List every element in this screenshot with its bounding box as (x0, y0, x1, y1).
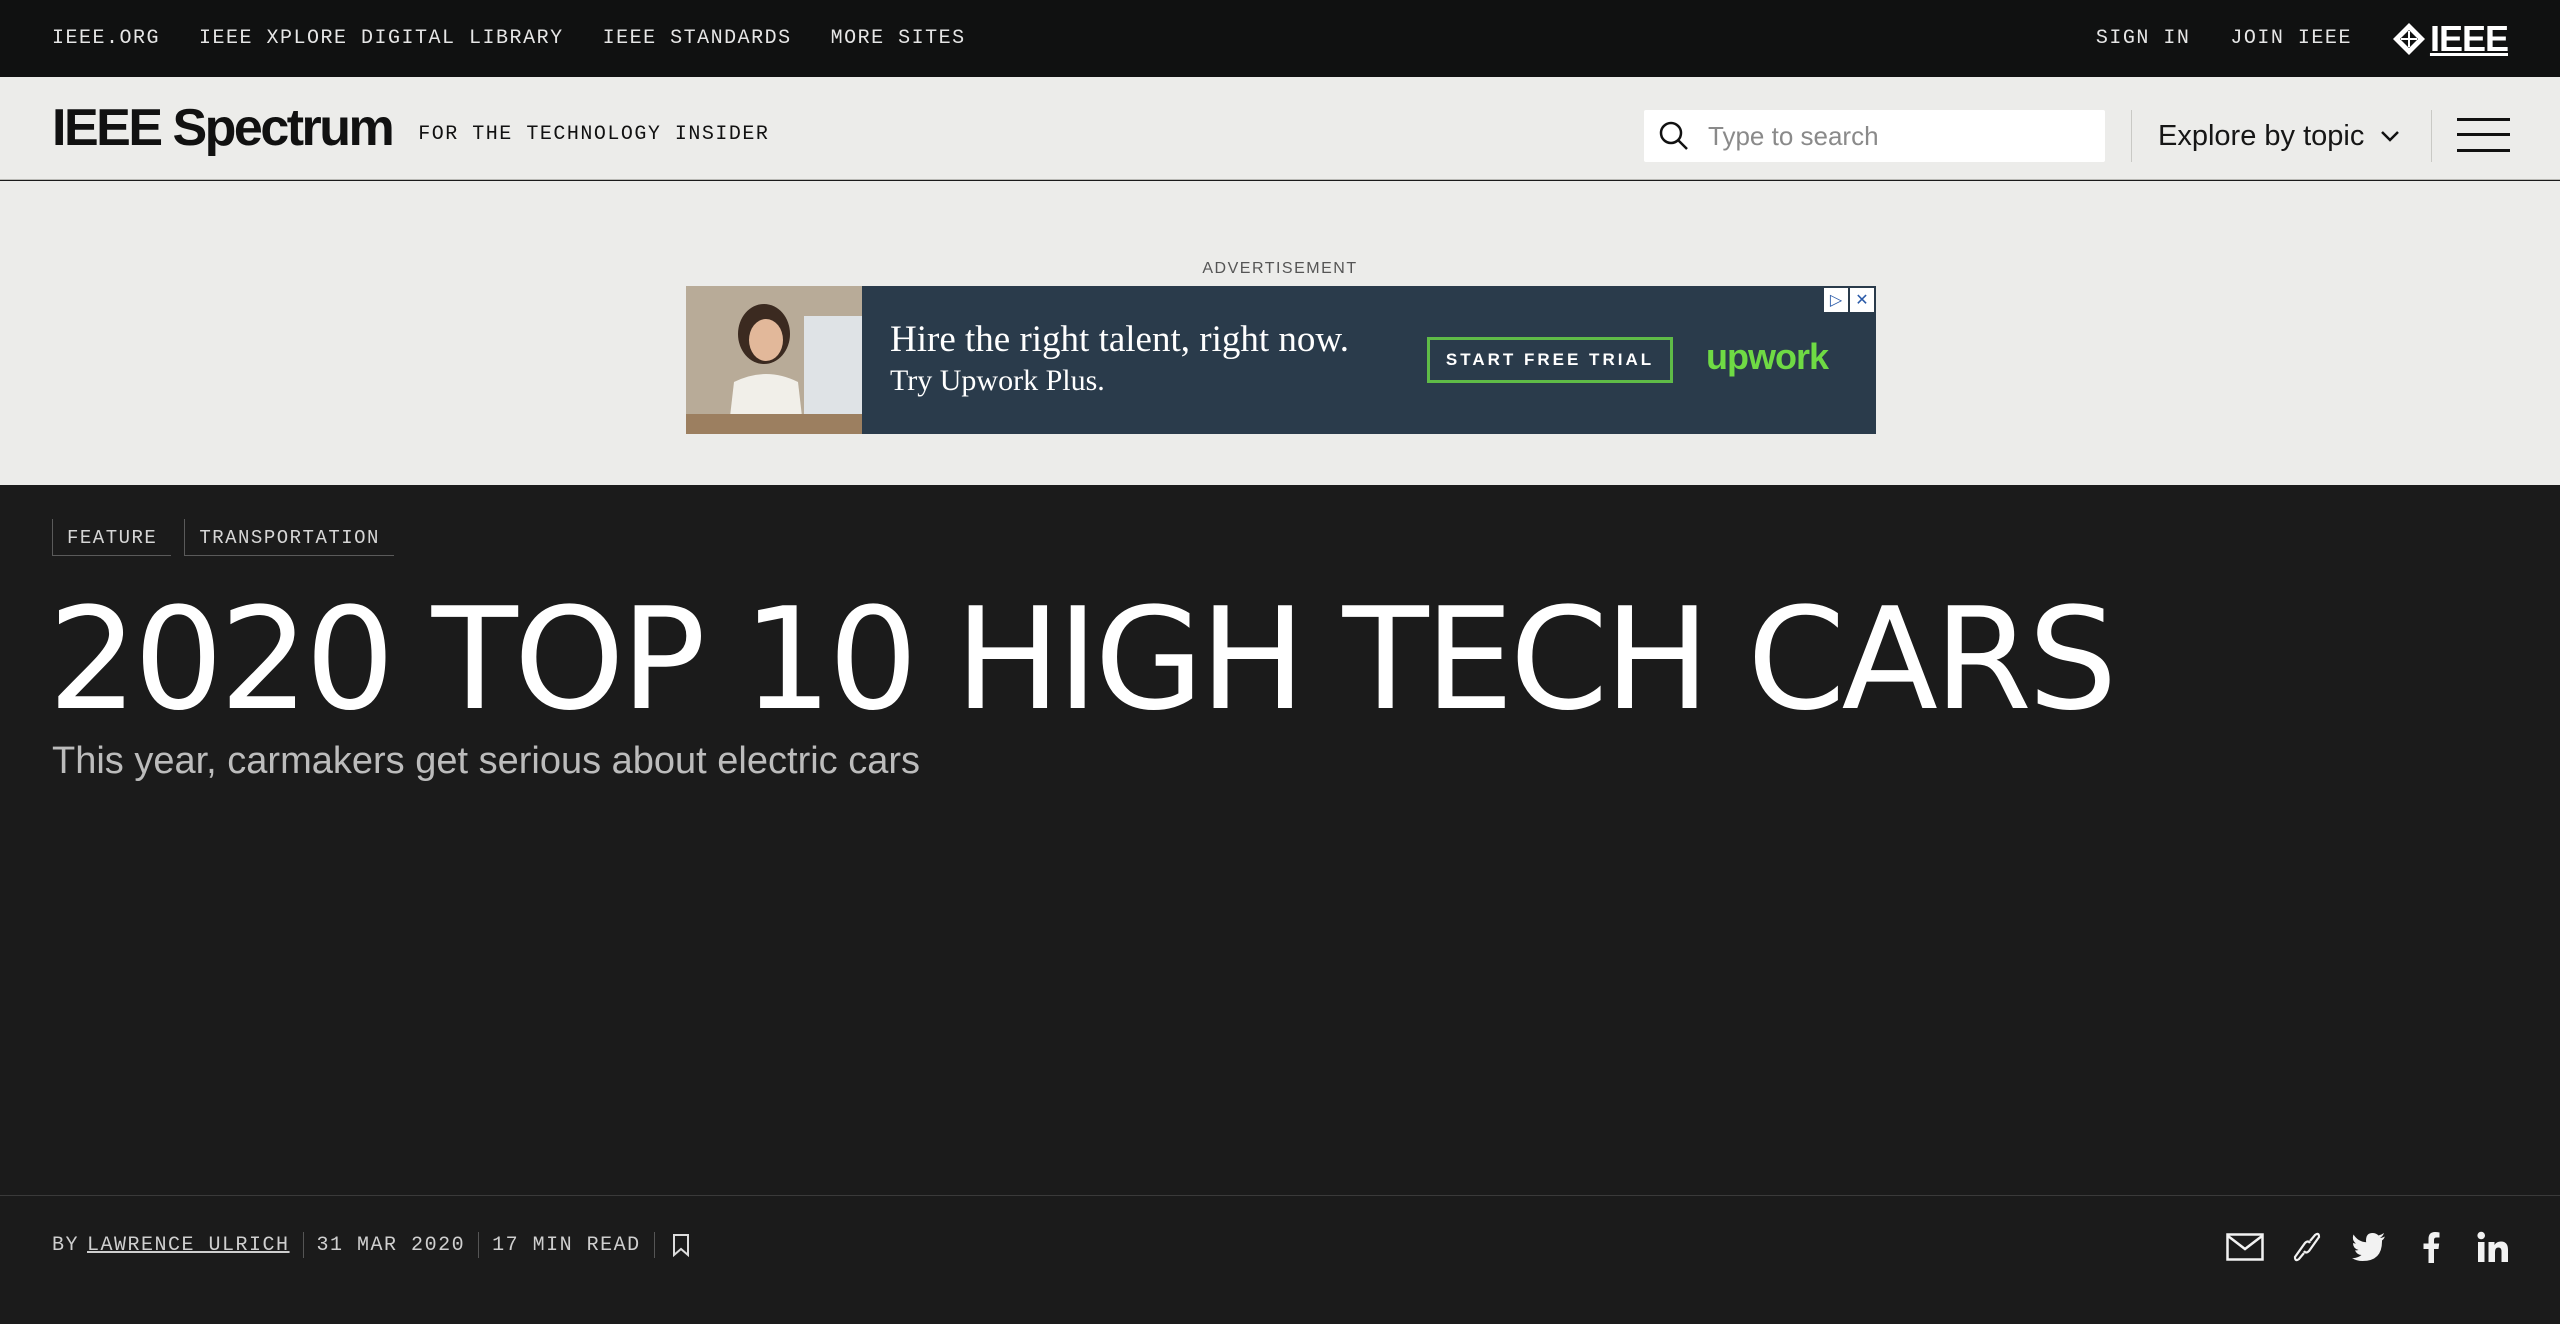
adchoices-icon[interactable]: ▷ (1824, 288, 1848, 312)
link-ieee-org[interactable]: IEEE.ORG (52, 27, 160, 50)
hamburger-icon[interactable] (2457, 118, 2510, 152)
divider (478, 1232, 480, 1258)
ad-zone: ADVERTISEMENT Hire the right talent, rig… (0, 181, 2560, 485)
article-dek: This year, carmakers get serious about e… (52, 740, 921, 782)
join-ieee-link[interactable]: JOIN IEEE (2230, 27, 2352, 50)
close-ad-icon[interactable]: ✕ (1850, 288, 1874, 312)
utility-bar: IEEE.ORG IEEE XPLORE DIGITAL LIBRARY IEE… (0, 0, 2560, 77)
upwork-logo: upwork (1706, 336, 1829, 377)
spectrum-logo[interactable]: IEEE Spectrum (52, 98, 395, 158)
linkedin-icon[interactable] (2474, 1230, 2512, 1264)
link-ieee-standards[interactable]: IEEE STANDARDS (603, 27, 792, 50)
author-link[interactable]: LAWRENCE ULRICH (87, 1234, 290, 1257)
search-icon[interactable] (1658, 120, 1690, 152)
publish-date: 31 MAR 2020 (316, 1233, 466, 1257)
ad-subline: Try Upwork Plus. (890, 364, 1105, 397)
ieee-logo[interactable]: IEEE (2392, 17, 2509, 60)
explore-label: Explore by topic (2158, 119, 2365, 152)
explore-by-topic-button[interactable]: Explore by topic (2158, 112, 2400, 160)
link-more-sites[interactable]: MORE SITES (831, 27, 966, 50)
start-free-trial-button[interactable]: START FREE TRIAL (1427, 337, 1673, 383)
byline: BY LAWRENCE ULRICH 31 MAR 2020 17 MIN RE… (52, 1232, 691, 1258)
share-buttons (2226, 1230, 2512, 1264)
ieee-diamond-icon (2392, 22, 2425, 55)
facebook-icon[interactable] (2412, 1230, 2450, 1264)
adchoices: ▷ ✕ (1824, 288, 1874, 312)
link-icon[interactable] (2288, 1230, 2326, 1264)
ad-banner[interactable]: Hire the right talent, right now. Try Up… (686, 286, 1876, 434)
divider (302, 1232, 304, 1258)
divider (653, 1232, 655, 1258)
byline-bar: BY LAWRENCE ULRICH 31 MAR 2020 17 MIN RE… (0, 1195, 2560, 1324)
ad-photo (686, 286, 862, 434)
article-title: 2020 TOP 10 HIGH TECH CARS (48, 578, 2117, 742)
search-input[interactable] (1708, 120, 2088, 152)
tag-feature[interactable]: FEATURE (52, 519, 172, 556)
byline-prefix: BY (52, 1233, 80, 1257)
divider (2431, 110, 2432, 162)
tag-transportation[interactable]: TRANSPORTATION (184, 519, 394, 556)
article-hero: FEATURE TRANSPORTATION 2020 TOP 10 HIGH … (0, 485, 2560, 1196)
article-tags: FEATURE TRANSPORTATION (52, 519, 394, 556)
search-box[interactable] (1644, 110, 2105, 162)
divider (2131, 110, 2132, 162)
sign-in-link[interactable]: SIGN IN (2096, 27, 2191, 50)
twitter-icon[interactable] (2350, 1230, 2388, 1264)
link-ieee-xplore[interactable]: IEEE XPLORE DIGITAL LIBRARY (199, 27, 564, 50)
ieee-logo-text: IEEE (2429, 17, 2509, 59)
email-icon[interactable] (2226, 1230, 2264, 1264)
bookmark-icon[interactable] (671, 1233, 691, 1257)
chevron-down-icon (2381, 131, 2400, 142)
read-time: 17 MIN READ (492, 1233, 641, 1257)
ad-headline: Hire the right talent, right now. (890, 319, 1349, 360)
tagline: FOR THE TECHNOLOGY INSIDER (418, 122, 770, 146)
ad-person-image (686, 286, 862, 434)
advertisement-label: ADVERTISEMENT (1202, 260, 1358, 277)
